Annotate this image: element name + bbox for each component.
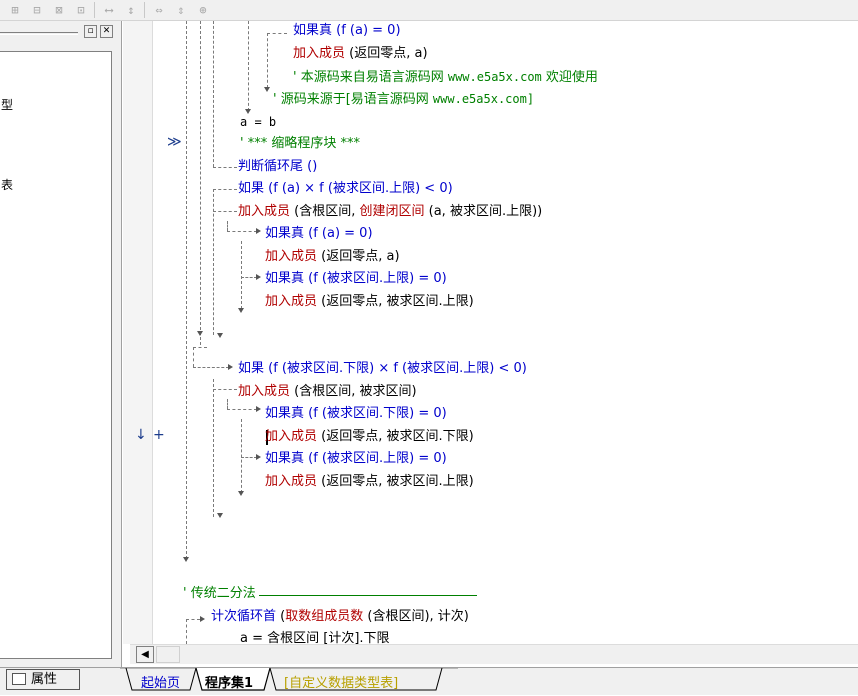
same-size-icon[interactable]: ⊕ bbox=[194, 2, 212, 18]
command-keyword: 加入成员 bbox=[238, 204, 291, 219]
command-keyword: 加入成员 bbox=[265, 294, 318, 309]
code-line[interactable]: 加入成员 (返回零点, a) bbox=[265, 247, 400, 267]
tab-start-page[interactable]: 起始页 bbox=[141, 672, 180, 691]
code-line[interactable]: 计次循环首 (取数组成员数 (含根区间), 计次) bbox=[211, 607, 469, 627]
align-distribute-icon[interactable]: ⊡ bbox=[72, 2, 90, 18]
command-keyword: 加入成员 bbox=[265, 474, 318, 489]
close-icon[interactable]: ✕ bbox=[100, 25, 113, 38]
code-editor[interactable]: ≫ ↓ + 如果真 (f (a) = 0) 加入成员 (返回零点, a) ' 本… bbox=[123, 21, 858, 644]
same-width-icon[interactable]: ⇔ bbox=[150, 2, 168, 18]
code-args: (返回零点, 被求区间.上限) bbox=[317, 294, 474, 309]
code-line[interactable]: a = b bbox=[240, 112, 276, 132]
same-height-icon[interactable]: ⇕ bbox=[172, 2, 190, 18]
down-arrow-icon[interactable]: ↓ bbox=[135, 427, 147, 443]
properties-icon bbox=[12, 673, 26, 685]
space-h-icon[interactable]: ⟷ bbox=[100, 2, 118, 18]
comment-url: www.e5a5x.com] bbox=[432, 92, 535, 106]
code-line[interactable]: a = 含根区间 [计次].下限 bbox=[240, 629, 390, 644]
panel-header: ▫ ✕ bbox=[0, 24, 122, 42]
bottom-bar: 属性 起始页 程序集1 [自定义数据类型表] bbox=[0, 667, 858, 695]
code-args: (返回零点, a) bbox=[345, 46, 428, 61]
tree-item[interactable]: 型 bbox=[1, 96, 13, 113]
command-keyword: 取数组成员数 bbox=[285, 609, 364, 624]
align-center-icon[interactable]: ⊟ bbox=[28, 2, 46, 18]
expand-plus-icon[interactable]: + bbox=[153, 427, 165, 443]
properties-label: 属性 bbox=[31, 672, 58, 687]
command-keyword: 加入成员 bbox=[265, 429, 318, 444]
code-args: (含根区间, bbox=[290, 204, 360, 219]
code-args: (返回零点, 被求区间.下限) bbox=[317, 429, 474, 444]
code-line[interactable]: 如果真 (f (被求区间.上限) = 0) bbox=[265, 449, 447, 469]
comment-line[interactable]: ' 传统二分法 bbox=[183, 584, 256, 604]
collapse-marker-icon[interactable]: ≫ bbox=[167, 134, 182, 150]
gutter bbox=[123, 21, 153, 644]
code-args: (含根区间, 被求区间) bbox=[290, 384, 417, 399]
tree-item[interactable]: 表 bbox=[1, 176, 13, 193]
code-line[interactable]: 如果真 (f (被求区间.下限) = 0) bbox=[265, 404, 447, 424]
comment-url: www.e5a5x.com bbox=[447, 70, 542, 84]
command-keyword: 创建闭区间 bbox=[359, 204, 425, 219]
comment-line[interactable]: ' 源码来源于[易语言源码网 www.e5a5x.com] bbox=[273, 89, 534, 109]
command-keyword: 加入成员 bbox=[238, 384, 291, 399]
code-line[interactable]: 如果 (f (被求区间.下限) × f (被求区间.上限) < 0) bbox=[238, 359, 527, 379]
layout-toolbar: ⊞ ⊟ ⊠ ⊡ ⟷ ↕ ⇔ ⇕ ⊕ bbox=[0, 0, 858, 21]
code-args: (a, 被求区间.上限)) bbox=[424, 204, 543, 219]
command-keyword: 加入成员 bbox=[265, 249, 318, 264]
code-line[interactable]: 加入成员 (返回零点, 被求区间.上限) bbox=[265, 472, 474, 492]
code-line[interactable]: 加入成员 (返回零点, 被求区间.上限) bbox=[265, 292, 474, 312]
code-line[interactable]: 加入成员 (含根区间, 创建闭区间 (a, 被求区间.上限)) bbox=[238, 202, 542, 222]
comment-line[interactable]: ' 本源码来自易语言源码网 www.e5a5x.com 欢迎使用 bbox=[293, 67, 598, 87]
code-args: (含根区间), 计次) bbox=[363, 609, 469, 624]
code-line[interactable]: 判断循环尾 () bbox=[238, 157, 317, 177]
command-keyword: 加入成员 bbox=[293, 46, 346, 61]
properties-button[interactable]: 属性 bbox=[6, 669, 80, 690]
code-args: ( bbox=[276, 609, 286, 624]
comment-text: ' 源码来源于[易语言源码网 bbox=[273, 92, 433, 107]
scroll-track[interactable] bbox=[156, 646, 180, 663]
scroll-left-icon[interactable]: ◀ bbox=[136, 646, 154, 663]
code-line[interactable]: 加入成员 (返回零点, a) bbox=[293, 44, 428, 64]
tab-program-set[interactable]: 程序集1 bbox=[205, 672, 253, 691]
collapsed-block[interactable]: ' *** 缩略程序块 *** bbox=[240, 134, 360, 154]
code-line[interactable]: 如果 (f (a) × f (被求区间.上限) < 0) bbox=[238, 179, 453, 199]
restore-icon[interactable]: ▫ bbox=[84, 25, 97, 38]
align-left-icon[interactable]: ⊞ bbox=[6, 2, 24, 18]
code-args: (返回零点, 被求区间.上限) bbox=[317, 474, 474, 489]
code-line[interactable]: 如果真 (f (a) = 0) bbox=[265, 224, 373, 244]
code-args: (返回零点, a) bbox=[317, 249, 400, 264]
tab-custom-types[interactable]: [自定义数据类型表] bbox=[284, 672, 398, 691]
code-line[interactable]: 如果真 (f (被求区间.上限) = 0) bbox=[265, 269, 447, 289]
code-line[interactable]: 如果真 (f (a) = 0) bbox=[293, 21, 401, 41]
project-tree[interactable]: 型 表 bbox=[0, 51, 112, 659]
code-line[interactable]: 加入成员 (含根区间, 被求区间) bbox=[238, 382, 417, 402]
space-v-icon[interactable]: ↕ bbox=[122, 2, 140, 18]
horizontal-scrollbar[interactable]: ◀ bbox=[130, 644, 858, 664]
flow-keyword: 计次循环首 bbox=[211, 609, 277, 624]
comment-text: 欢迎使用 bbox=[541, 70, 598, 85]
comment-text: ' 本源码来自易语言源码网 bbox=[293, 70, 448, 85]
align-right-icon[interactable]: ⊠ bbox=[50, 2, 68, 18]
comment-rule bbox=[259, 595, 477, 596]
code-line[interactable]: 加入成员 (返回零点, 被求区间.下限) bbox=[265, 427, 474, 447]
left-panel: ▫ ✕ 型 表 bbox=[0, 21, 122, 667]
